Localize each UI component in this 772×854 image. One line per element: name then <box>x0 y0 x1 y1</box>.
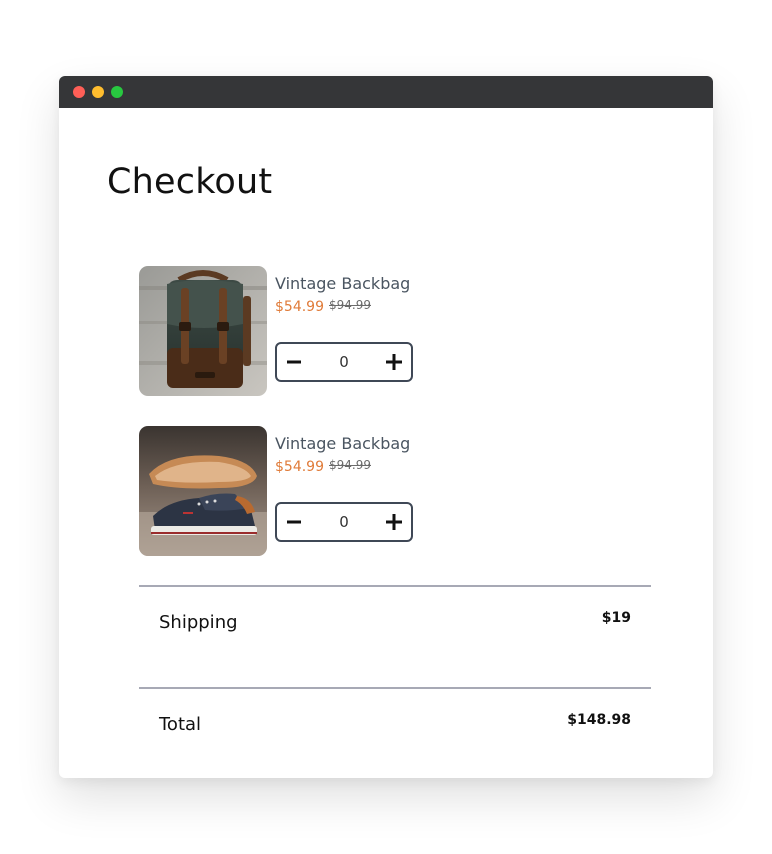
maximize-window-button[interactable] <box>111 86 123 98</box>
backpack-photo-icon <box>139 266 267 396</box>
minimize-window-button[interactable] <box>92 86 104 98</box>
summary-divider <box>139 687 651 689</box>
shipping-label: Shipping <box>159 612 238 633</box>
decrement-button[interactable] <box>277 504 311 540</box>
window-titlebar <box>59 76 713 108</box>
close-window-button[interactable] <box>73 86 85 98</box>
product-old-price: $94.99 <box>329 458 371 472</box>
product-name[interactable]: Vintage Backbag <box>275 274 410 293</box>
product-name[interactable]: Vintage Backbag <box>275 434 410 453</box>
summary-divider <box>139 585 651 587</box>
quantity-input[interactable] <box>324 513 364 531</box>
product-price: $54.99 <box>275 299 324 315</box>
product-old-price: $94.99 <box>329 298 371 312</box>
plus-icon <box>386 514 402 530</box>
cart-item: Vintage Backbag $54.99 $94.99 <box>139 426 439 556</box>
decrement-button[interactable] <box>277 344 311 380</box>
shoes-photo-icon <box>139 426 267 556</box>
total-label: Total <box>159 714 202 735</box>
cart-item: Vintage Backbag $54.99 $94.99 <box>139 266 439 396</box>
shipping-value: $19 <box>601 610 631 626</box>
minus-icon <box>287 520 301 524</box>
total-value: $148.98 <box>567 712 631 728</box>
page-title: Checkout <box>107 162 273 202</box>
quantity-stepper <box>275 502 413 542</box>
plus-icon <box>386 354 402 370</box>
quantity-stepper <box>275 342 413 382</box>
increment-button[interactable] <box>377 504 411 540</box>
minus-icon <box>287 360 301 364</box>
quantity-input[interactable] <box>324 353 364 371</box>
checkout-window: Checkout Vintage Backbag $54.99 $94.99 0… <box>59 76 713 778</box>
increment-button[interactable] <box>377 344 411 380</box>
product-price: $54.99 <box>275 459 324 475</box>
